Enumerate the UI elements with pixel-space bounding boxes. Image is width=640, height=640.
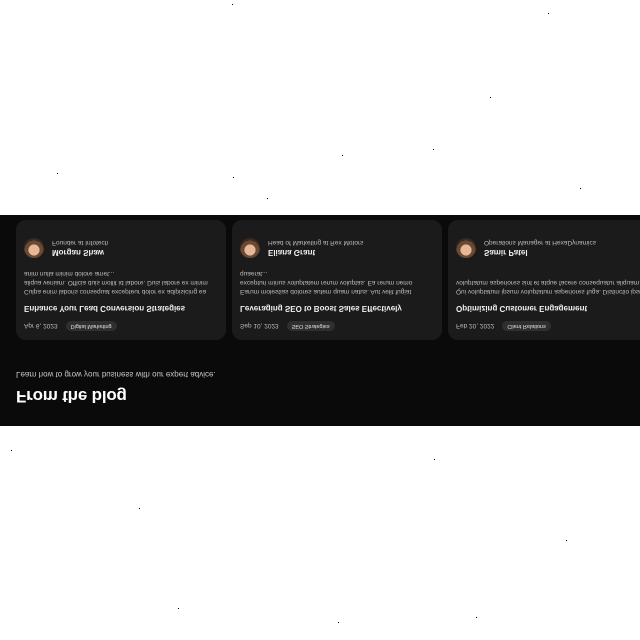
post-author: Samir Patel Operations Manager at HexaDy… [456, 238, 640, 259]
speck [433, 149, 434, 150]
post-excerpt: Culpa enim laboris consequat excepteur d… [24, 269, 208, 296]
speck [178, 608, 179, 609]
author-name: Eliana Grant [268, 248, 316, 258]
post-excerpt: Qui voluptatum ipsum voluptatum asperior… [456, 278, 640, 296]
blog-post-card[interactable]: Feb 20, 2022 Client Relations Optimizing… [448, 220, 640, 340]
post-excerpt: Earum molestias dolores autem quam natus… [240, 269, 413, 296]
speck [57, 173, 58, 174]
speck [548, 13, 549, 14]
speck [139, 508, 140, 509]
post-category-tag[interactable]: SEO Strategies [286, 321, 335, 331]
speck [338, 622, 339, 623]
author-info: Eliana Grant Head of Marketing at Rex Mo… [268, 239, 363, 257]
blog-subtitle: Learn how to grow your business with our… [16, 370, 216, 379]
blog-title: From the blog [16, 387, 127, 406]
post-meta: Sep 10, 2023 SEO Strategies [240, 321, 434, 331]
speck [434, 459, 435, 460]
author-info: Morgan Shaw Founder at Infotech [52, 239, 108, 257]
avatar [240, 238, 260, 259]
post-meta: Apr 6, 2023 Digital Marketing [24, 321, 218, 331]
post-date: Sep 10, 2023 [240, 322, 279, 330]
blog-post-card[interactable]: Apr 6, 2023 Digital Marketing Enhance Yo… [16, 220, 226, 340]
post-category-tag[interactable]: Client Relations [502, 321, 551, 331]
post-meta: Feb 20, 2022 Client Relations [456, 321, 640, 331]
speck [267, 198, 268, 199]
speck [580, 188, 581, 189]
blog-section: From the blog Learn how to grow your bus… [0, 215, 640, 426]
author-name: Samir Patel [484, 248, 528, 258]
blog-header: From the blog Learn how to grow your bus… [16, 370, 216, 406]
speck [233, 177, 234, 178]
author-info: Samir Patel Operations Manager at HexaDy… [484, 239, 596, 257]
post-category-tag[interactable]: Digital Marketing [65, 321, 117, 331]
speck [232, 4, 233, 5]
post-date: Feb 20, 2022 [456, 322, 495, 330]
post-author: Morgan Shaw Founder at Infotech [24, 238, 218, 259]
author-role: Head of Marketing at Rex Motors [268, 239, 364, 247]
page: From the blog Learn how to grow your bus… [0, 0, 640, 640]
speck [11, 450, 12, 451]
blog-post-list: Apr 6, 2023 Digital Marketing Enhance Yo… [16, 220, 640, 340]
post-title[interactable]: Optimizing Customer Engagement [456, 303, 640, 313]
speck [476, 617, 477, 618]
speck [342, 155, 343, 156]
speck [566, 540, 567, 541]
post-title[interactable]: Enhance Your Lead Conversion Strategies [24, 303, 218, 313]
post-title[interactable]: Leveraging SEO to Boost Sales Effectivel… [240, 303, 434, 313]
avatar [456, 238, 476, 259]
author-name: Morgan Shaw [52, 248, 105, 258]
avatar [24, 238, 44, 259]
blog-section-content: From the blog Learn how to grow your bus… [0, 215, 640, 426]
speck [490, 97, 491, 98]
author-role: Operations Manager at HexaDynamics [484, 239, 596, 247]
post-date: Apr 6, 2023 [24, 322, 58, 330]
author-role: Founder at Infotech [52, 239, 109, 247]
post-author: Eliana Grant Head of Marketing at Rex Mo… [240, 238, 434, 259]
blog-post-card[interactable]: Sep 10, 2023 SEO Strategies Leveraging S… [232, 220, 442, 340]
